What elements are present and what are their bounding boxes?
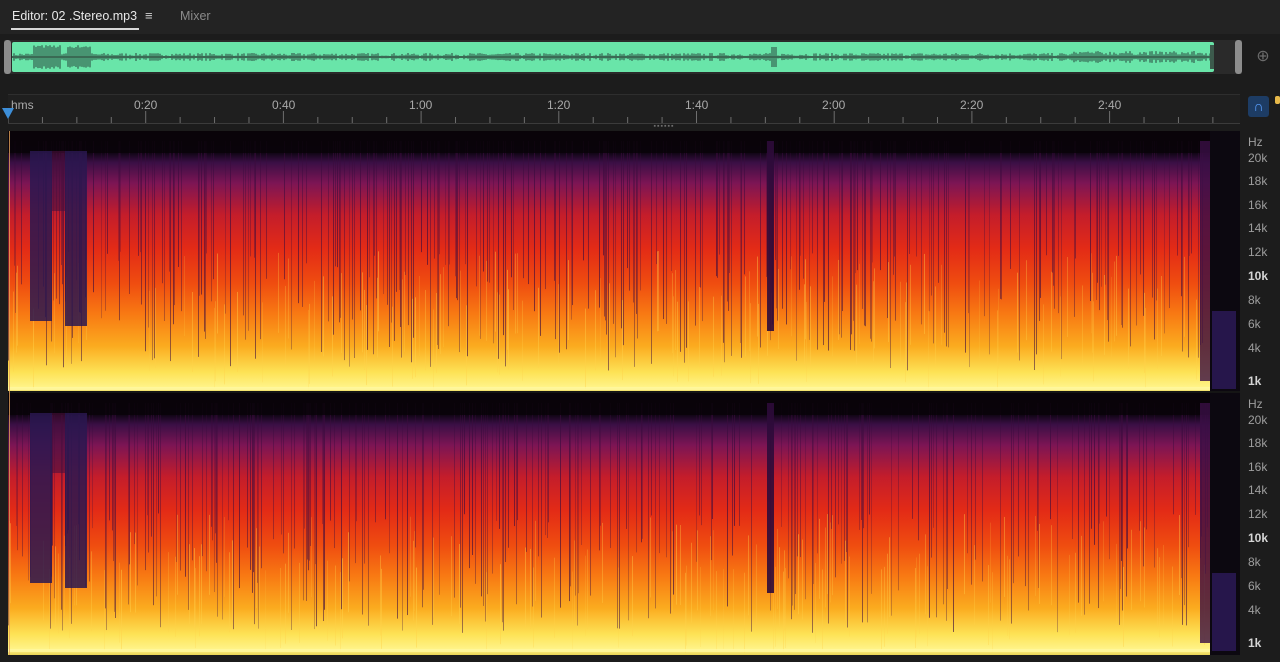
playhead-marker[interactable] [2, 108, 14, 119]
frequency-label: 14k [1248, 483, 1268, 497]
zoom-to-selection-icon[interactable]: ⊕ [1252, 46, 1274, 68]
tab-mixer[interactable]: Mixer [180, 9, 211, 23]
spectral-texture [8, 393, 1240, 655]
frequency-label: 6k [1248, 317, 1261, 331]
spectral-texture [8, 131, 1240, 393]
frequency-label: 4k [1248, 341, 1261, 355]
overview-navigator[interactable] [4, 40, 1242, 74]
ruler-ticks [8, 111, 1214, 123]
frequency-label: 12k [1248, 245, 1268, 259]
frequency-label: 6k [1248, 579, 1261, 593]
frequency-label: 12k [1248, 507, 1268, 521]
frequency-label: 18k [1248, 436, 1268, 450]
ruler-label: 2:20 [960, 98, 984, 112]
frequency-label: 18k [1248, 174, 1268, 188]
frequency-axis-right[interactable]: Hz 20k 18k 16k 14k 12k 10k 8k 6k 4k 1k [1240, 393, 1280, 655]
ruler-label: 0:40 [272, 98, 296, 112]
ruler-label: 1:40 [685, 98, 709, 112]
frequency-label: 14k [1248, 221, 1268, 235]
frequency-label: 16k [1248, 460, 1268, 474]
overview-waveform-trace [12, 45, 1214, 69]
frequency-unit-label: Hz [1248, 135, 1263, 149]
ruler-label: 0:20 [134, 98, 158, 112]
ruler-label: 2:00 [822, 98, 846, 112]
frequency-axis-left[interactable]: Hz 20k 18k 16k 14k 12k 10k 8k 6k 4k 1k [1240, 131, 1280, 393]
spectral-channel-left[interactable] [8, 131, 1240, 393]
frequency-label: 20k [1248, 151, 1268, 165]
playhead-line [9, 131, 10, 655]
tab-editor[interactable]: Editor: 02 .Stereo.mp3 [10, 9, 140, 30]
frequency-label: 1k [1248, 636, 1262, 650]
ruler-unit-label: hms [11, 98, 34, 112]
frequency-label: 10k [1248, 269, 1269, 283]
frequency-label: 1k [1248, 374, 1262, 388]
hamburger-menu-icon[interactable]: ≡ [145, 8, 153, 23]
frequency-label: 4k [1248, 603, 1261, 617]
snap-magnet-icon[interactable]: ∩ [1248, 96, 1269, 117]
ruler-label: 1:00 [409, 98, 433, 112]
ruler-label: 2:40 [1098, 98, 1122, 112]
frequency-label: 16k [1248, 198, 1268, 212]
spectral-channel-right[interactable] [8, 393, 1240, 655]
ruler-label: 1:20 [547, 98, 571, 112]
overview-right-handle[interactable] [1235, 40, 1242, 74]
overview-left-handle[interactable] [4, 40, 11, 74]
editor-tab-bar: Editor: 02 .Stereo.mp3 ≡ Mixer [0, 0, 1280, 34]
frequency-label: 20k [1248, 413, 1268, 427]
frequency-label: 8k [1248, 293, 1261, 307]
resize-grip-icon[interactable]: ▪▪▪▪▪▪ [648, 123, 680, 130]
time-ruler[interactable]: hms 0:20 0:40 1:00 1:20 1:40 2:00 2:20 2… [8, 94, 1240, 124]
frequency-unit-label: Hz [1248, 397, 1263, 411]
panel-edge-marker [1275, 96, 1280, 104]
frequency-label: 10k [1248, 531, 1269, 545]
frequency-label: 8k [1248, 555, 1261, 569]
